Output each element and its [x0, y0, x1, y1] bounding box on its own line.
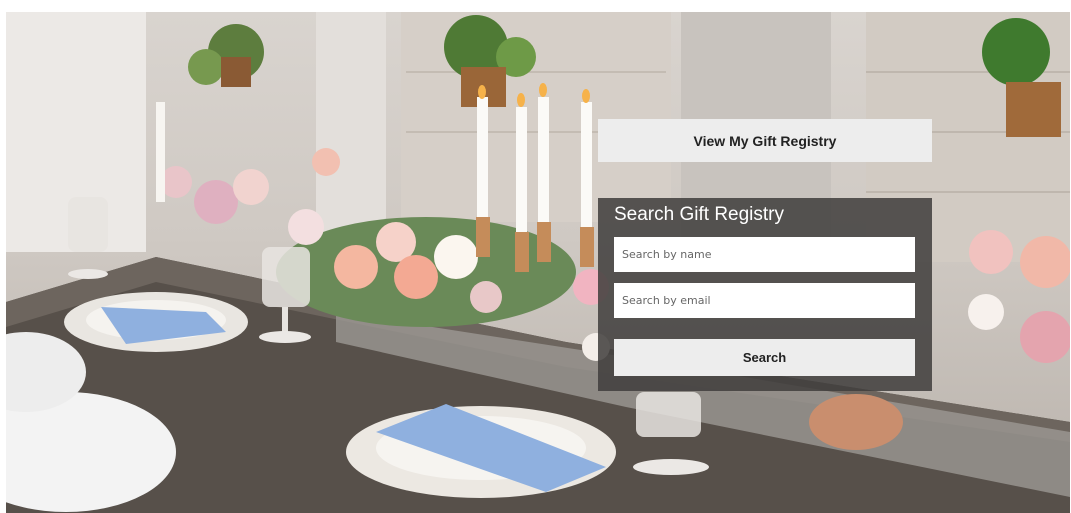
search-gift-registry-title: Search Gift Registry	[614, 204, 784, 225]
search-by-email-input[interactable]	[614, 283, 915, 318]
search-button[interactable]: Search	[614, 339, 915, 376]
votive-decoration	[809, 394, 903, 450]
view-my-gift-registry-button[interactable]: View My Gift Registry	[598, 119, 932, 162]
search-by-name-input[interactable]	[614, 237, 915, 272]
search-gift-registry-panel: Search Gift Registry Search	[598, 198, 932, 391]
